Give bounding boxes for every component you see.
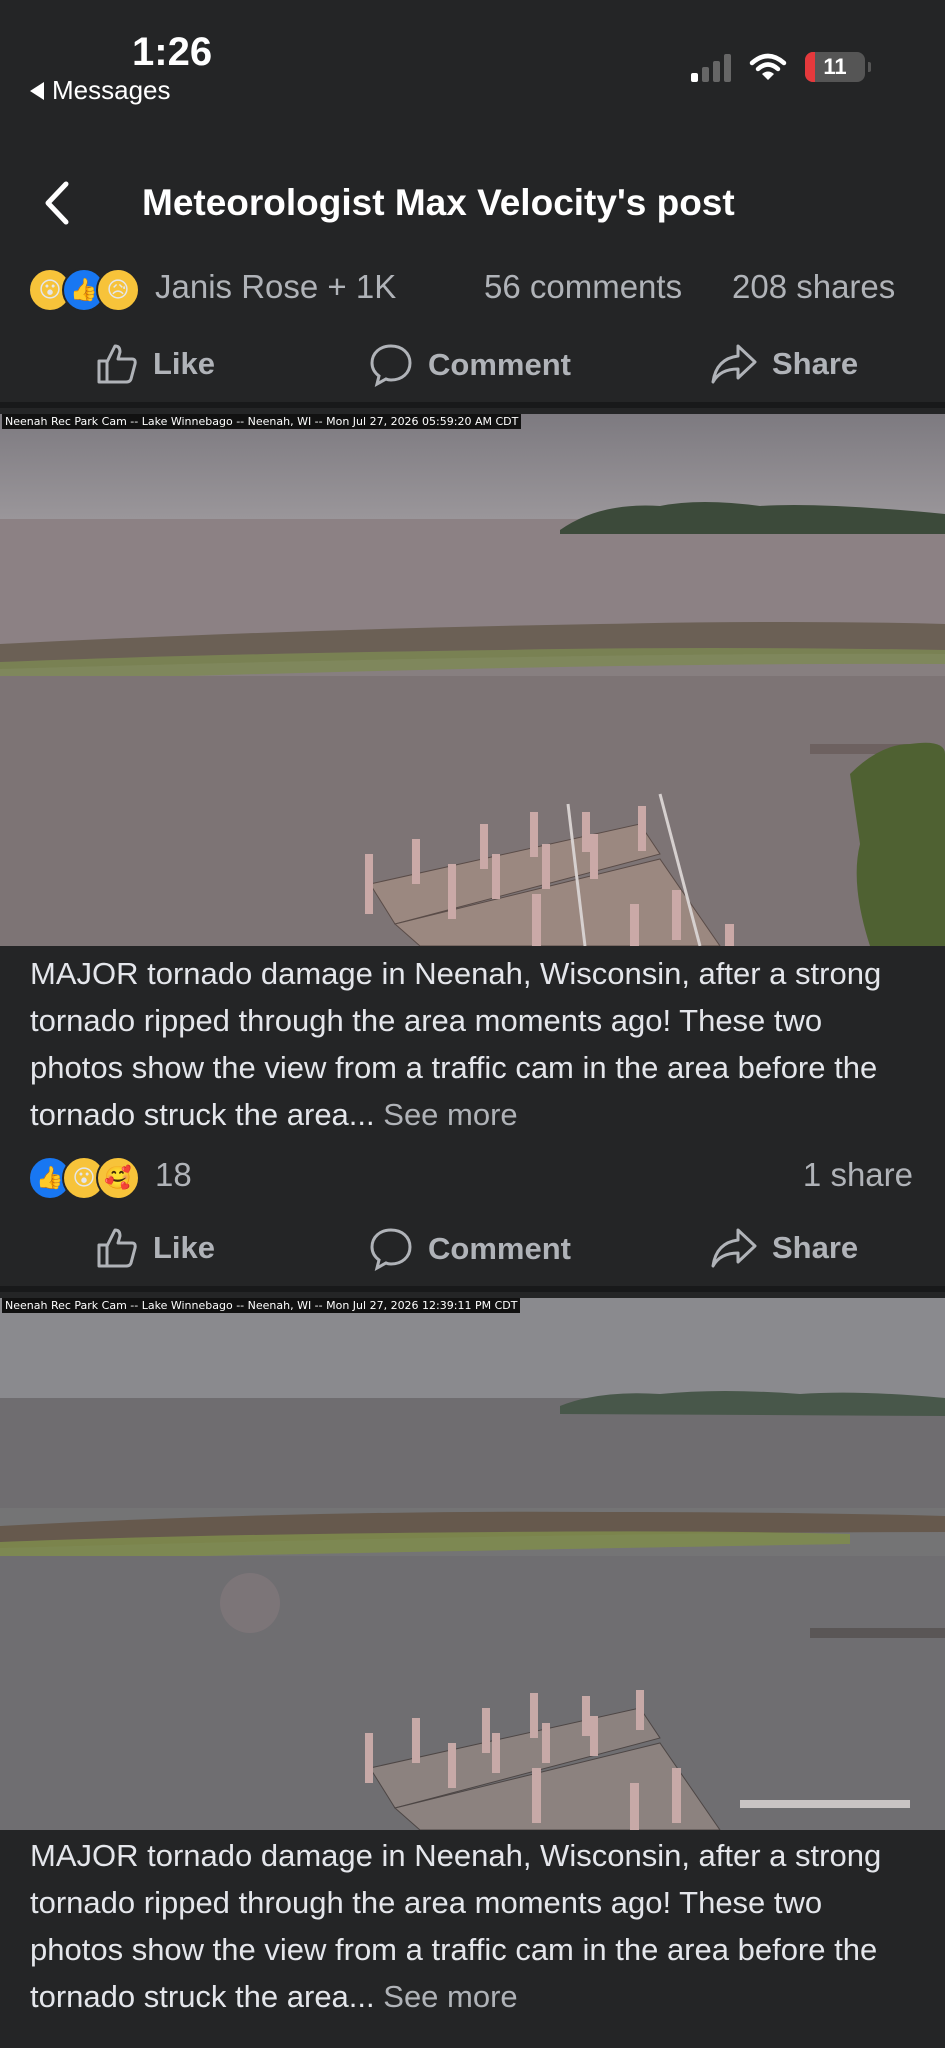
post-reactions-row[interactable]: 😮 👍 😥 Janis Rose + 1K 56 comments 208 sh… (0, 260, 945, 316)
back-triangle-icon (30, 81, 44, 100)
camera-timestamp: Neenah Rec Park Cam -- Lake Winnebago --… (2, 414, 522, 429)
system-icons: 11 (691, 52, 871, 82)
shares-count[interactable]: 208 shares (732, 268, 895, 306)
like-label: Like (153, 346, 216, 381)
camera-timestamp: Neenah Rec Park Cam -- Lake Winnebago --… (2, 1298, 521, 1313)
share-arrow-icon (711, 344, 757, 384)
lake-scene-image (0, 414, 945, 946)
comments-count[interactable]: 56 comments (484, 268, 682, 306)
see-more-link[interactable]: See more (383, 1097, 517, 1132)
share-label: Share (772, 346, 859, 381)
webcam-photo-before[interactable]: Neenah Rec Park Cam -- Lake Winnebago --… (0, 414, 945, 946)
status-time: 1:26 (132, 30, 213, 74)
cellular-signal-icon (691, 52, 731, 82)
sad-reaction-icon: 😥 (96, 268, 140, 312)
post-action-bar: Like Comment Share (0, 328, 945, 408)
share-button[interactable]: Share (710, 1226, 858, 1270)
photo-action-bar: Like Comment Share (0, 1212, 945, 1292)
speech-bubble-icon (370, 344, 412, 387)
speech-bubble-icon (370, 1228, 412, 1271)
reaction-count[interactable]: 18 (155, 1156, 192, 1194)
back-app-label: Messages (52, 75, 171, 105)
comment-button[interactable]: Comment (368, 342, 571, 388)
thumbs-up-icon (97, 1228, 137, 1268)
comment-label: Comment (428, 1231, 571, 1266)
thumbs-up-icon (97, 344, 137, 384)
post-caption: MAJOR tornado damage in Neenah, Wisconsi… (30, 950, 920, 1138)
back-to-messages-link[interactable]: Messages (30, 75, 171, 106)
reaction-icons: 😮 👍 😥 (28, 268, 140, 312)
share-label: Share (772, 1230, 859, 1265)
reactor-summary[interactable]: Janis Rose + 1K (155, 268, 396, 306)
wifi-icon (749, 53, 787, 80)
webcam-photo-after[interactable]: Neenah Rec Park Cam -- Lake Winnebago --… (0, 1298, 945, 1830)
chevron-left-icon[interactable] (38, 178, 78, 228)
battery-icon: 11 (805, 52, 871, 82)
post-caption: MAJOR tornado damage in Neenah, Wisconsi… (30, 1832, 920, 2020)
like-button[interactable]: Like (95, 342, 215, 386)
reaction-icons: 👍 😮 🥰 (28, 1156, 140, 1200)
post-header: Meteorologist Max Velocity's post (0, 168, 945, 238)
comment-label: Comment (428, 347, 571, 382)
see-more-link[interactable]: See more (383, 1979, 517, 2014)
care-reaction-icon: 🥰 (96, 1156, 140, 1200)
lake-scene-image (0, 1298, 945, 1830)
like-button[interactable]: Like (95, 1226, 215, 1270)
share-button[interactable]: Share (710, 342, 858, 386)
share-arrow-icon (711, 1228, 757, 1268)
share-count[interactable]: 1 share (803, 1156, 913, 1194)
battery-level: 11 (823, 54, 847, 79)
photo-reactions-row[interactable]: 👍 😮 🥰 18 1 share (0, 1148, 945, 1204)
status-bar: 1:26 Messages 11 (0, 0, 945, 120)
like-label: Like (153, 1230, 216, 1265)
comment-button[interactable]: Comment (368, 1226, 571, 1272)
page-title: Meteorologist Max Velocity's post (142, 182, 735, 223)
